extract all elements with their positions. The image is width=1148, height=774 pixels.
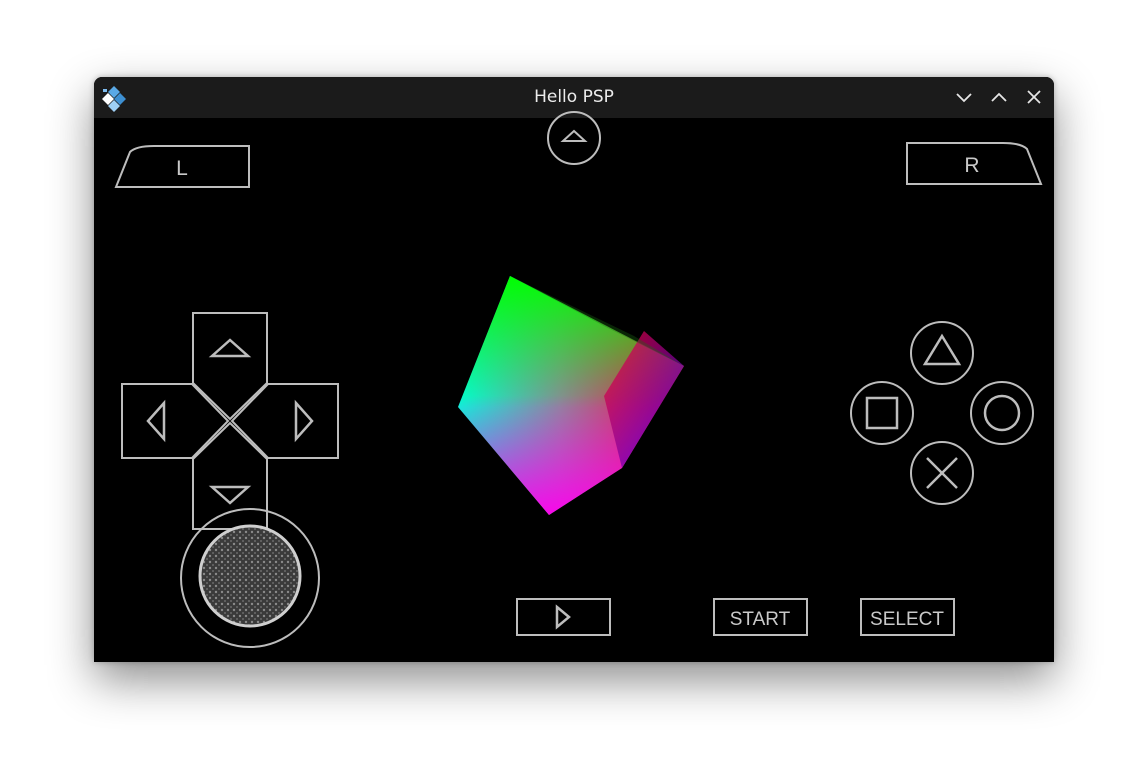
maximize-icon[interactable] — [988, 86, 1010, 108]
square-icon — [865, 396, 899, 430]
triangle-button[interactable] — [910, 321, 974, 385]
analog-stick[interactable] — [178, 506, 322, 650]
select-label: SELECT — [870, 609, 944, 630]
square-button[interactable] — [850, 381, 914, 445]
analog-stick-icon — [198, 524, 302, 628]
minimize-icon[interactable] — [953, 86, 975, 108]
action-buttons — [850, 321, 1034, 505]
dpad-up-button[interactable] — [192, 312, 268, 421]
circle-button[interactable] — [970, 381, 1034, 445]
arrow-right-icon — [294, 399, 314, 443]
arrow-up-icon — [208, 338, 252, 358]
arrow-down-icon — [208, 485, 252, 505]
fast-forward-button[interactable] — [516, 598, 612, 638]
play-icon — [555, 604, 571, 630]
speed-toggle-button[interactable] — [545, 111, 605, 166]
select-button[interactable]: SELECT — [860, 598, 956, 638]
triangle-icon — [922, 333, 962, 366]
dpad-right-button[interactable] — [230, 383, 339, 459]
start-label: START — [730, 609, 791, 630]
start-button[interactable]: START — [713, 598, 809, 638]
circle-icon — [983, 394, 1021, 432]
close-icon[interactable] — [1023, 86, 1045, 108]
cross-button[interactable] — [910, 441, 974, 505]
rendered-cube — [454, 276, 686, 516]
arrow-left-icon — [146, 399, 166, 443]
cross-icon — [926, 457, 958, 489]
dpad-left-button[interactable] — [121, 383, 230, 459]
dpad — [121, 312, 339, 530]
l-shoulder-button[interactable]: L — [114, 144, 252, 190]
r-shoulder-button[interactable]: R — [905, 141, 1043, 187]
app-window: Hello PSP L R START SELECT — [94, 77, 1054, 662]
emulator-screen: L R START SELECT — [94, 111, 1054, 662]
l-shoulder-label: L — [176, 157, 188, 180]
triangle-up-icon — [560, 129, 588, 142]
r-shoulder-label: R — [964, 154, 979, 177]
